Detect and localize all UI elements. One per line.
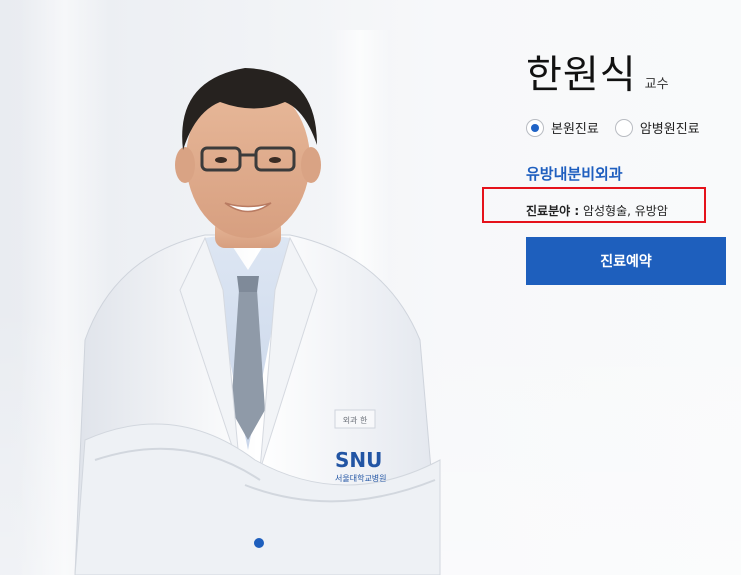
radio-label: 본원진료 bbox=[551, 122, 599, 137]
radio-cancer-hospital[interactable]: 암병원진료 bbox=[614, 118, 700, 137]
specialty-value: 암성형술, 유방암 bbox=[582, 204, 668, 218]
doctor-name-row: 한원식 교수 bbox=[526, 44, 669, 100]
doctor-portrait: 외과 한 SNU 서울대학교병원 bbox=[74, 68, 441, 575]
specialty-label: 진료분야 : bbox=[526, 204, 580, 218]
specialty-field: 진료분야 : 암성형술, 유방암 bbox=[526, 202, 668, 219]
coat-badge-logo: SNU bbox=[335, 448, 382, 472]
carousel-indicator[interactable] bbox=[254, 538, 264, 548]
doctor-name: 한원식 bbox=[526, 53, 637, 98]
radio-checked-icon[interactable] bbox=[526, 118, 544, 137]
location-radio-group: 본원진료 암병원진료 bbox=[526, 118, 716, 137]
radio-main-hospital[interactable]: 본원진료 bbox=[526, 118, 599, 137]
doctor-title: 교수 bbox=[644, 77, 669, 92]
department-name: 유방내분비외과 bbox=[526, 165, 623, 183]
book-appointment-button[interactable]: 진료예약 bbox=[526, 237, 726, 285]
radio-label: 암병원진료 bbox=[639, 122, 700, 137]
coat-nametag: 외과 한 bbox=[343, 415, 368, 425]
radio-unchecked-icon[interactable] bbox=[614, 118, 633, 137]
coat-badge-text: 서울대학교병원 bbox=[335, 473, 387, 483]
